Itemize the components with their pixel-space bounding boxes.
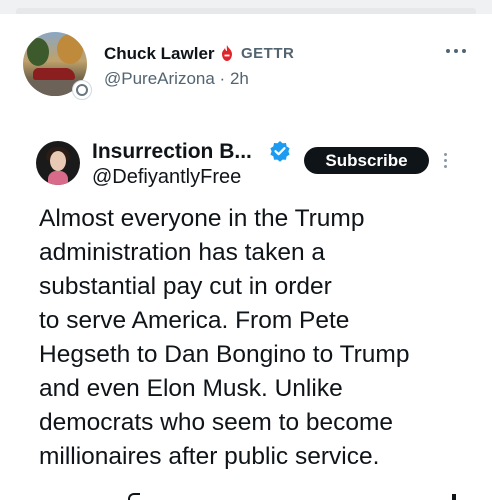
embedded-post-body: Almost everyone in the Trump administrat…	[39, 202, 479, 474]
body-line: Hegseth to Dan Bongino to Trump	[39, 341, 410, 368]
top-divider	[0, 0, 492, 14]
outer-post-meta: @PureArizona · 2h	[104, 69, 249, 89]
body-line: and even Elon Musk. Unlike	[39, 375, 343, 402]
post-time[interactable]: 2h	[230, 69, 249, 88]
outer-author-name[interactable]: Chuck Lawler	[104, 44, 215, 64]
profile-badge-icon	[72, 80, 92, 100]
outer-author-handle[interactable]: @PureArizona	[104, 69, 215, 88]
cropped-content-fragment	[452, 494, 456, 500]
gettr-flame-icon	[222, 45, 232, 61]
verified-badge-icon	[270, 141, 290, 162]
more-horizontal-icon[interactable]	[442, 44, 470, 58]
body-line: to serve America. From Pete	[39, 307, 350, 334]
subscribe-button[interactable]: Subscribe	[304, 147, 429, 174]
embedded-author-name[interactable]: Insurrection B...	[92, 140, 252, 164]
body-line: substantial pay cut in order	[39, 273, 332, 300]
embedded-author-avatar[interactable]	[36, 141, 80, 185]
platform-label: GETTR	[241, 45, 295, 62]
body-line: Almost everyone in the Trump	[39, 205, 365, 232]
cropped-content-fragment	[128, 493, 140, 500]
more-vertical-icon[interactable]	[440, 150, 450, 170]
meta-separator: ·	[219, 69, 226, 88]
embedded-author-handle[interactable]: @DefiyantlyFree	[92, 166, 241, 189]
body-line: administration has taken a	[39, 239, 325, 266]
body-line: democrats who seem to become	[39, 409, 394, 436]
body-line: millionaires after public service.	[39, 443, 380, 470]
